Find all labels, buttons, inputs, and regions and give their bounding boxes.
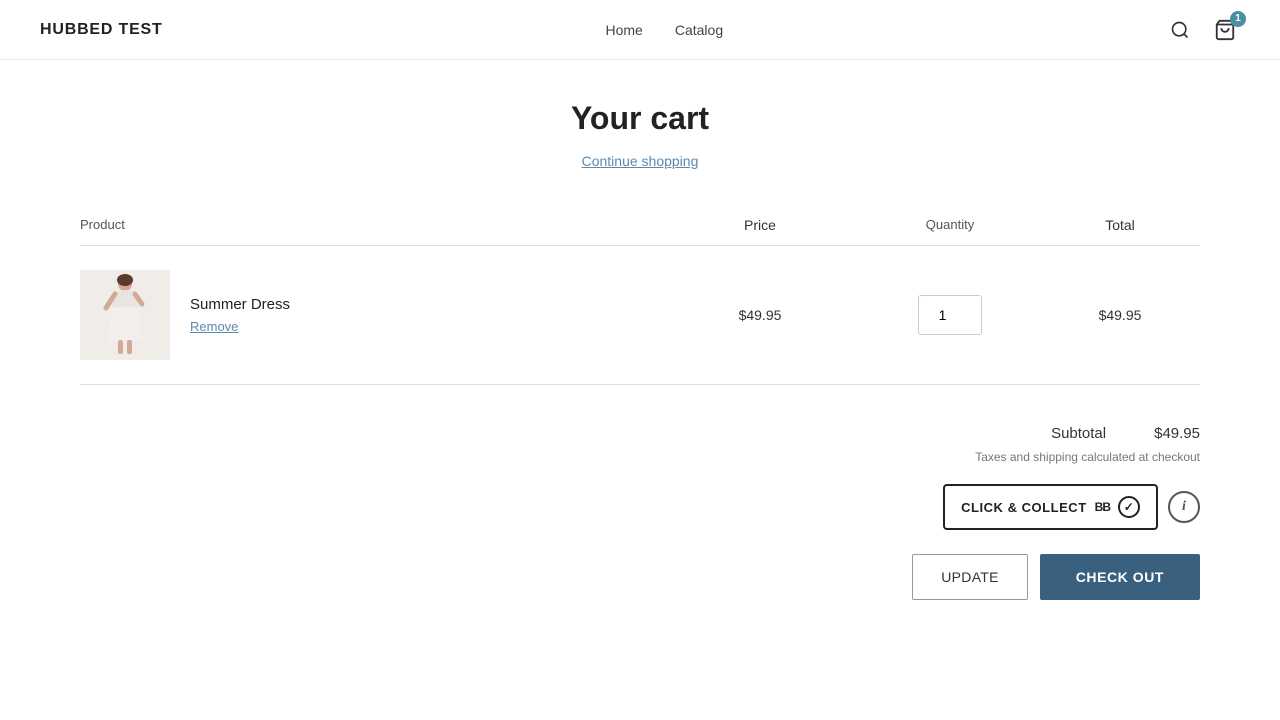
nav-catalog[interactable]: Catalog	[675, 22, 723, 38]
subtotal-value: $49.95	[1154, 425, 1200, 442]
product-name: Summer Dress	[190, 296, 290, 313]
main-content: Your cart Continue shopping Product Pric…	[40, 60, 1240, 680]
column-quantity: Quantity	[860, 217, 1040, 233]
quantity-input[interactable]	[918, 295, 982, 335]
column-total: Total	[1040, 217, 1200, 233]
remove-button[interactable]: Remove	[190, 319, 290, 334]
search-button[interactable]	[1166, 16, 1194, 44]
cart-table-header: Product Price Quantity Total	[80, 217, 1200, 246]
continue-shopping-link[interactable]: Continue shopping	[80, 153, 1200, 169]
item-total: $49.95	[1040, 307, 1200, 323]
click-collect-button[interactable]: CLICK & COLLECT BB ✓	[943, 484, 1158, 530]
cart-summary: Subtotal $49.95 Taxes and shipping calcu…	[80, 425, 1200, 600]
page-title: Your cart	[80, 100, 1200, 137]
site-logo[interactable]: HUBBED TEST	[40, 21, 163, 39]
subtotal-row: Subtotal $49.95	[1051, 425, 1200, 442]
product-thumbnail	[80, 270, 170, 360]
tax-note: Taxes and shipping calculated at checkou…	[975, 450, 1200, 464]
info-icon: i	[1182, 499, 1186, 515]
product-details: Summer Dress Remove	[190, 296, 290, 334]
header-icons: 1	[1166, 15, 1240, 45]
checkout-button[interactable]: CHECK OUT	[1040, 554, 1200, 600]
cart-item: Summer Dress Remove $49.95 $49.95	[80, 246, 1200, 385]
header: HUBBED TEST Home Catalog 1	[0, 0, 1280, 60]
click-collect-row: CLICK & COLLECT BB ✓ i	[943, 484, 1200, 530]
check-circle-icon: ✓	[1118, 496, 1140, 518]
item-quantity-col	[860, 295, 1040, 335]
nav-home[interactable]: Home	[605, 22, 642, 38]
update-button[interactable]: UPDATE	[912, 554, 1027, 600]
cart-badge: 1	[1230, 11, 1246, 27]
main-nav: Home Catalog	[605, 22, 723, 38]
cart-button[interactable]: 1	[1210, 15, 1240, 45]
search-icon	[1170, 20, 1190, 40]
click-collect-label: CLICK & COLLECT	[961, 500, 1087, 515]
product-image	[80, 270, 170, 360]
item-price: $49.95	[660, 307, 860, 323]
bb-logo: BB	[1095, 500, 1110, 514]
info-button[interactable]: i	[1168, 491, 1200, 523]
column-price: Price	[660, 217, 860, 233]
subtotal-label: Subtotal	[1051, 425, 1106, 442]
action-buttons: UPDATE CHECK OUT	[912, 554, 1200, 600]
column-product: Product	[80, 217, 660, 233]
product-info: Summer Dress Remove	[80, 270, 660, 360]
